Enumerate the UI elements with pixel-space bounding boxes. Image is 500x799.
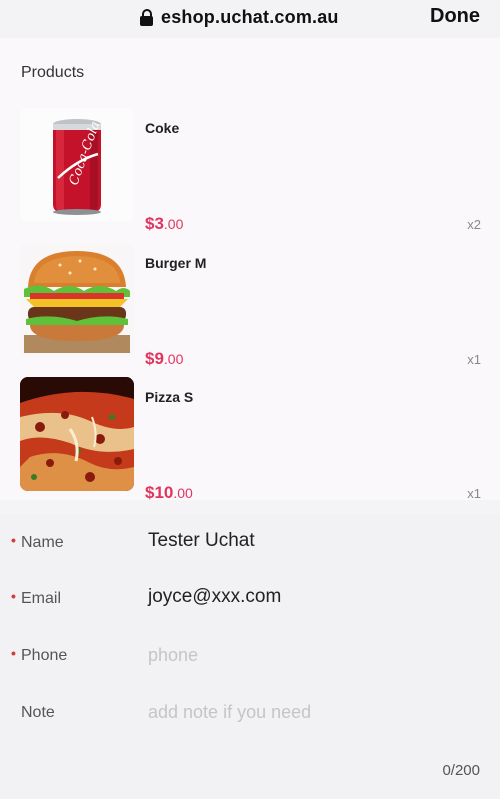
product-quantity: x1	[467, 486, 481, 501]
required-marker: •	[11, 645, 16, 661]
product-price: $10.00	[145, 483, 193, 502]
coke-can-image: Coca-Cola	[20, 108, 134, 222]
email-label: Email	[21, 590, 62, 607]
address-bar[interactable]: eshop.uchat.com.au	[140, 6, 339, 28]
required-marker: •	[11, 532, 16, 548]
phone-field[interactable]: phone	[148, 645, 198, 666]
required-marker: •	[11, 588, 16, 604]
product-price: $3.00	[145, 214, 184, 233]
products-section: Products Coca-Cola Coke $3.00 x2 Burger …	[0, 38, 500, 502]
email-field[interactable]: joyce@xxx.com	[148, 586, 281, 608]
product-item-coke[interactable]: Coca-Cola Coke $3.00 x2	[0, 108, 500, 240]
product-quantity: x2	[467, 217, 481, 232]
product-name: Pizza S	[145, 389, 194, 405]
url-text: eshop.uchat.com.au	[161, 6, 339, 27]
lock-icon	[140, 8, 153, 26]
name-field[interactable]: Tester Uchat	[148, 530, 255, 552]
products-title: Products	[21, 64, 85, 81]
phone-label: Phone	[21, 647, 68, 664]
note-field[interactable]: add note if you need	[148, 702, 311, 723]
done-button[interactable]: Done	[430, 5, 480, 28]
email-row: • Email joyce@xxx.com	[0, 580, 500, 620]
product-name: Burger M	[145, 255, 207, 271]
browser-top-bar: eshop.uchat.com.au Done	[0, 0, 500, 38]
pizza-image	[20, 377, 134, 491]
note-character-counter: 0/200	[442, 762, 480, 779]
product-quantity: x1	[467, 352, 481, 367]
phone-row: • Phone phone	[0, 637, 500, 677]
product-item-pizza[interactable]: Pizza S $10.00 x1	[0, 377, 500, 509]
note-label: Note	[21, 704, 55, 721]
product-name: Coke	[145, 120, 180, 136]
name-row: • Name Tester Uchat	[0, 524, 500, 564]
note-row: Note add note if you need	[0, 694, 500, 734]
burger-image	[20, 243, 134, 357]
product-item-burger[interactable]: Burger M $9.00 x1	[0, 243, 500, 375]
name-label: Name	[21, 534, 64, 551]
product-price: $9.00	[145, 349, 184, 368]
order-form: • Name Tester Uchat • Email joyce@xxx.co…	[0, 514, 500, 799]
